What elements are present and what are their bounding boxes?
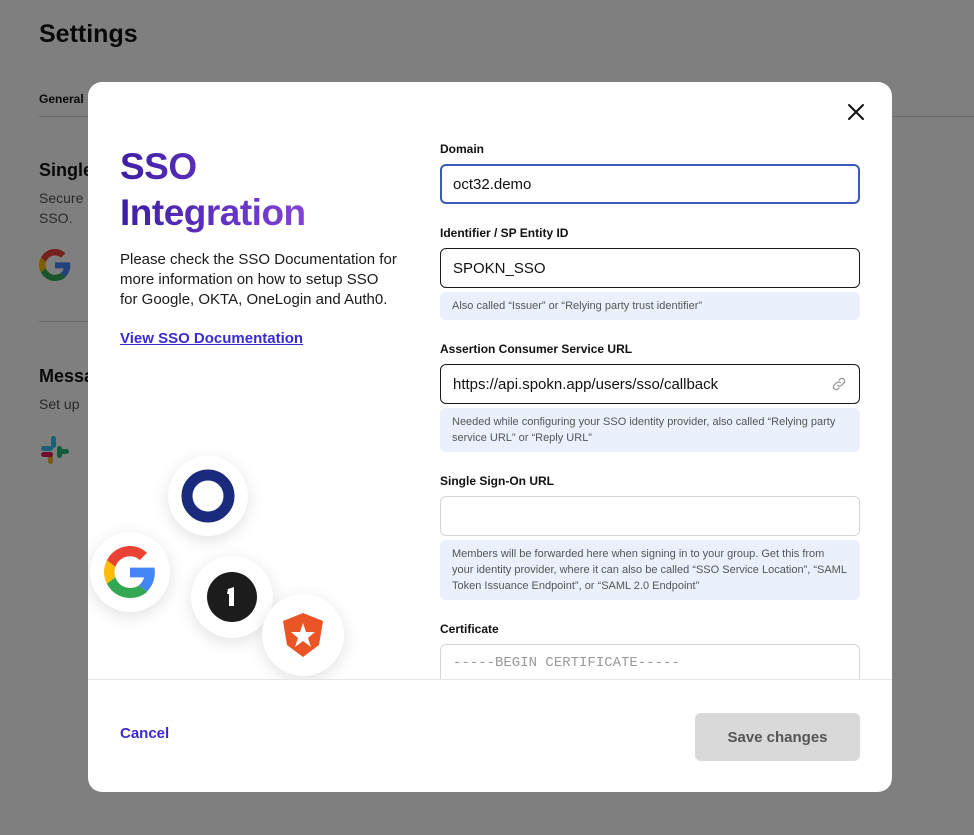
onelogin-logo-bubble — [191, 556, 273, 638]
certificate-field-group: Certificate -----BEGIN CERTIFICATE----- — [440, 622, 860, 679]
sso-form: Domain oct32.demo Identifier / SP Entity… — [440, 142, 860, 679]
cancel-button[interactable]: Cancel — [120, 725, 169, 742]
google-icon — [104, 546, 155, 598]
entity-id-value: SPOKN_SSO — [453, 259, 546, 277]
entity-id-hint: Also called “Issuer” or “Relying party t… — [440, 292, 860, 320]
sso-url-field-group: Single Sign-On URL Members will be forwa… — [440, 474, 860, 600]
save-changes-button[interactable]: Save changes — [695, 713, 860, 761]
modal-title-line-1: SSO — [120, 144, 400, 190]
entity-id-input[interactable]: SPOKN_SSO — [440, 248, 860, 288]
link-icon[interactable] — [831, 376, 847, 392]
sso-url-input[interactable] — [440, 496, 860, 536]
sso-url-hint: Members will be forwarded here when sign… — [440, 540, 860, 600]
entity-id-label: Identifier / SP Entity ID — [440, 226, 569, 240]
certificate-label: Certificate — [440, 622, 499, 636]
intro-column: SSO Integration Please check the SSO Doc… — [120, 144, 400, 348]
okta-icon — [181, 469, 235, 523]
sso-url-label: Single Sign-On URL — [440, 474, 554, 488]
domain-input[interactable]: oct32.demo — [440, 164, 860, 204]
entity-id-field-group: Identifier / SP Entity ID SPOKN_SSO Also… — [440, 226, 860, 320]
domain-value: oct32.demo — [453, 175, 532, 193]
modal-title-line-2: Integration — [120, 190, 400, 236]
domain-field-group: Domain oct32.demo — [440, 142, 860, 204]
auth0-icon — [283, 613, 323, 657]
okta-logo-bubble — [168, 456, 248, 536]
auth0-logo-bubble — [262, 594, 344, 676]
acs-url-label: Assertion Consumer Service URL — [440, 342, 633, 356]
acs-url-input[interactable]: https://api.spokn.app/users/sso/callback — [440, 364, 860, 404]
acs-url-field-group: Assertion Consumer Service URL https://a… — [440, 342, 860, 452]
modal-description: Please check the SSO Documentation for m… — [120, 251, 397, 308]
view-sso-documentation-link[interactable]: View SSO Documentation — [120, 330, 303, 347]
close-icon[interactable] — [844, 100, 868, 124]
certificate-textarea[interactable]: -----BEGIN CERTIFICATE----- — [440, 644, 860, 679]
certificate-placeholder: -----BEGIN CERTIFICATE----- — [453, 655, 680, 671]
acs-url-hint: Needed while configuring your SSO identi… — [440, 408, 860, 452]
sso-integration-modal: SSO Integration Please check the SSO Doc… — [88, 82, 892, 792]
domain-label: Domain — [440, 142, 485, 156]
modal-body: SSO Integration Please check the SSO Doc… — [88, 82, 892, 679]
onelogin-icon — [207, 572, 257, 622]
google-logo-bubble — [90, 532, 170, 612]
acs-url-value: https://api.spokn.app/users/sso/callback — [453, 375, 719, 393]
modal-footer: Cancel Save changes — [88, 679, 892, 792]
